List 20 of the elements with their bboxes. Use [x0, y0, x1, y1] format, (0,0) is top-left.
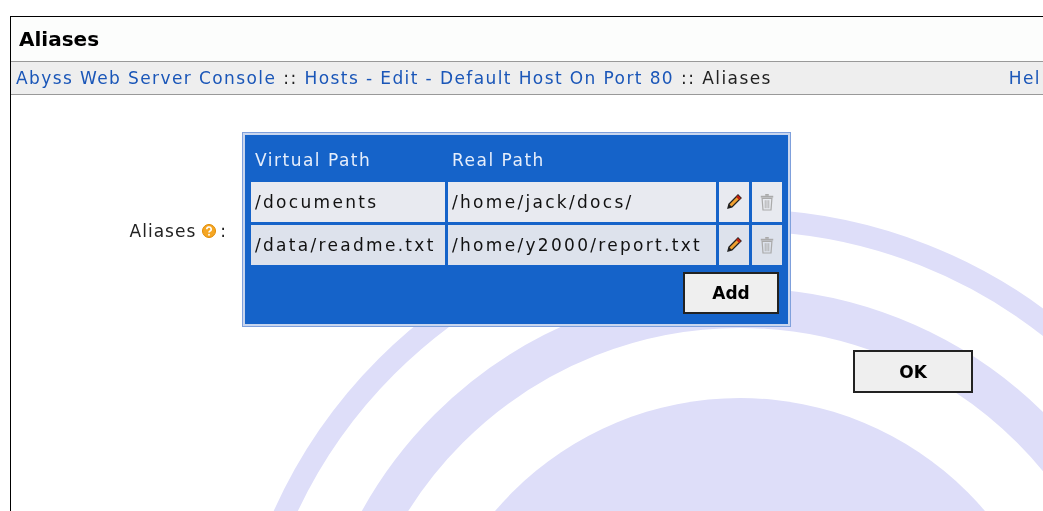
breadcrumb-text: :: — [283, 68, 298, 88]
help-link[interactable]: Hel — [1008, 68, 1041, 88]
table-cell: /data/readme.txt — [251, 225, 445, 265]
help-icon[interactable] — [202, 223, 217, 238]
pencil-icon[interactable] — [725, 236, 743, 254]
trash-icon[interactable] — [759, 236, 775, 254]
pencil-icon[interactable] — [725, 193, 743, 211]
label-colon: : — [220, 220, 227, 241]
field-label: Aliases — [129, 220, 197, 241]
breadcrumb-link[interactable]: Hosts - Edit - Default Host On Port 80 — [304, 68, 675, 88]
breadcrumb-text: :: — [681, 68, 696, 88]
breadcrumb-text: Aliases — [702, 68, 772, 88]
table-cell: /home/jack/docs/ — [448, 182, 716, 222]
breadcrumb-link[interactable]: Abyss Web Server Console — [16, 68, 277, 88]
page-title: Aliases — [19, 27, 100, 51]
table-cell: /documents — [251, 182, 445, 222]
add-button[interactable]: Add — [683, 272, 779, 314]
table-cell: /home/y2000/report.txt — [448, 225, 716, 265]
ok-button[interactable]: OK — [853, 350, 973, 393]
trash-icon[interactable] — [759, 193, 775, 211]
